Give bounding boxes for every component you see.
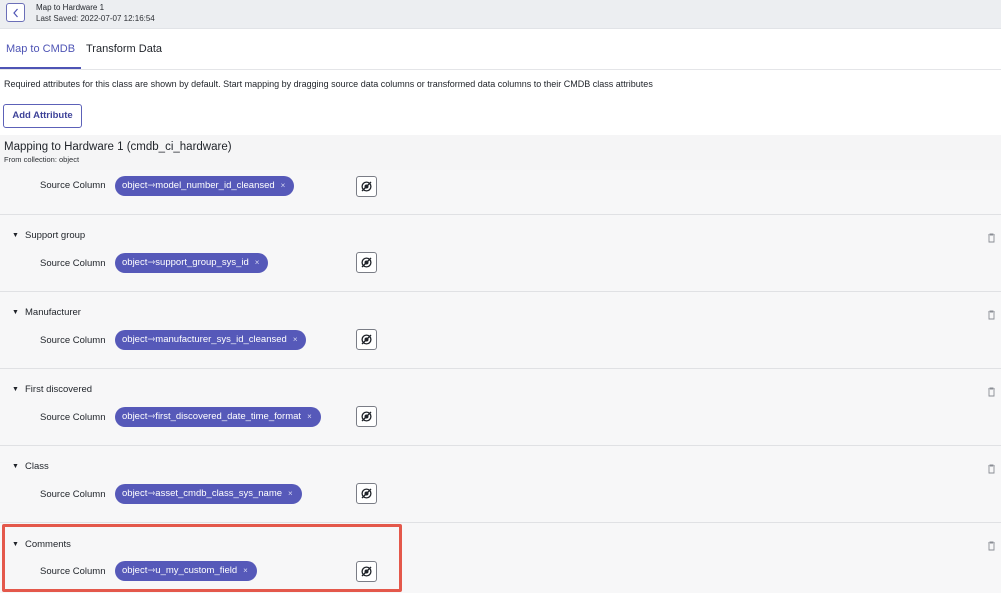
map-target-icon [361, 411, 372, 422]
map-target-icon [361, 488, 372, 499]
source-column-label: Source Column [40, 258, 106, 269]
attribute-section-support-group: ▼ Support group Source Column object⇾sup… [0, 215, 1001, 292]
record-title: Map to Hardware 1 [36, 3, 105, 12]
source-column-label: Source Column [40, 335, 106, 346]
source-column-label: Source Column [40, 412, 106, 423]
caret-down-icon[interactable]: ▼ [12, 463, 19, 470]
attribute-label: First discovered [25, 384, 93, 395]
mapping-title: Mapping to Hardware 1 (cmdb_ci_hardware) [4, 141, 232, 153]
tab-map-to-cmdb[interactable]: Map to CMDB [0, 29, 81, 69]
chip-remove-icon[interactable]: × [293, 330, 298, 350]
chip-label: object⇾asset_cmdb_class_sys_name [122, 488, 283, 499]
mapping-subtitle: From collection: object [4, 155, 80, 164]
chip-label: object⇾model_number_id_cleansed [122, 180, 275, 191]
chip-remove-icon[interactable]: × [307, 407, 312, 427]
top-bar: Map to Hardware 1 Last Saved: 2022-07-07… [0, 0, 1001, 29]
map-button[interactable] [356, 406, 377, 427]
caret-down-icon[interactable]: ▼ [12, 232, 19, 239]
attribute-section-manufacturer: ▼ Manufacturer Source Column object⇾manu… [0, 292, 1001, 369]
chip-label: object⇾support_group_sys_id [122, 257, 249, 268]
caret-down-icon[interactable]: ▼ [12, 309, 19, 316]
source-column-chip[interactable]: object⇾asset_cmdb_class_sys_name × [115, 484, 302, 504]
map-button[interactable] [356, 176, 377, 197]
instructions-text: Required attributes for this class are s… [4, 79, 653, 89]
map-button[interactable] [356, 252, 377, 273]
add-attribute-button[interactable]: Add Attribute [3, 104, 82, 128]
caret-down-icon[interactable]: ▼ [12, 386, 19, 393]
chip-remove-icon[interactable]: × [288, 484, 293, 504]
chip-label: object⇾manufacturer_sys_id_cleansed [122, 334, 287, 345]
trash-icon[interactable] [987, 464, 996, 474]
map-target-icon [361, 334, 372, 345]
attribute-label: Class [25, 461, 49, 472]
map-button[interactable] [356, 329, 377, 350]
chip-label: object⇾first_discovered_date_time_format [122, 411, 302, 422]
source-column-chip[interactable]: object⇾manufacturer_sys_id_cleansed × [115, 330, 307, 350]
chevron-left-icon [13, 8, 18, 18]
attribute-label: Manufacturer [25, 307, 81, 318]
source-column-chip[interactable]: object⇾first_discovered_date_time_format… [115, 407, 321, 427]
source-column-chip[interactable]: object⇾support_group_sys_id × [115, 253, 269, 273]
map-target-icon [361, 181, 372, 192]
source-column-chip[interactable]: object⇾model_number_id_cleansed × [115, 176, 295, 196]
chip-remove-icon[interactable]: × [255, 253, 260, 273]
trash-icon[interactable] [987, 310, 996, 320]
back-button[interactable] [6, 3, 25, 22]
highlight-box [2, 524, 402, 592]
map-target-icon [361, 257, 372, 268]
tab-bar: Map to CMDB Transform Data [0, 29, 1001, 70]
source-column-label: Source Column [40, 489, 106, 500]
attribute-section-class: ▼ Class Source Column object⇾asset_cmdb_… [0, 446, 1001, 523]
map-button[interactable] [356, 483, 377, 504]
trash-icon[interactable] [987, 387, 996, 397]
chip-remove-icon[interactable]: × [281, 176, 286, 196]
last-saved-text: Last Saved: 2022-07-07 12:16:54 [36, 14, 155, 23]
attribute-section-model-number: Source Column object⇾model_number_id_cle… [0, 170, 1001, 215]
trash-icon[interactable] [987, 233, 996, 243]
source-column-label: Source Column [40, 180, 106, 191]
attribute-label: Support group [25, 230, 86, 241]
tab-transform-data[interactable]: Transform Data [86, 29, 162, 69]
attribute-section-first-discovered: ▼ First discovered Source Column object⇾… [0, 369, 1001, 446]
trash-icon[interactable] [987, 541, 996, 551]
